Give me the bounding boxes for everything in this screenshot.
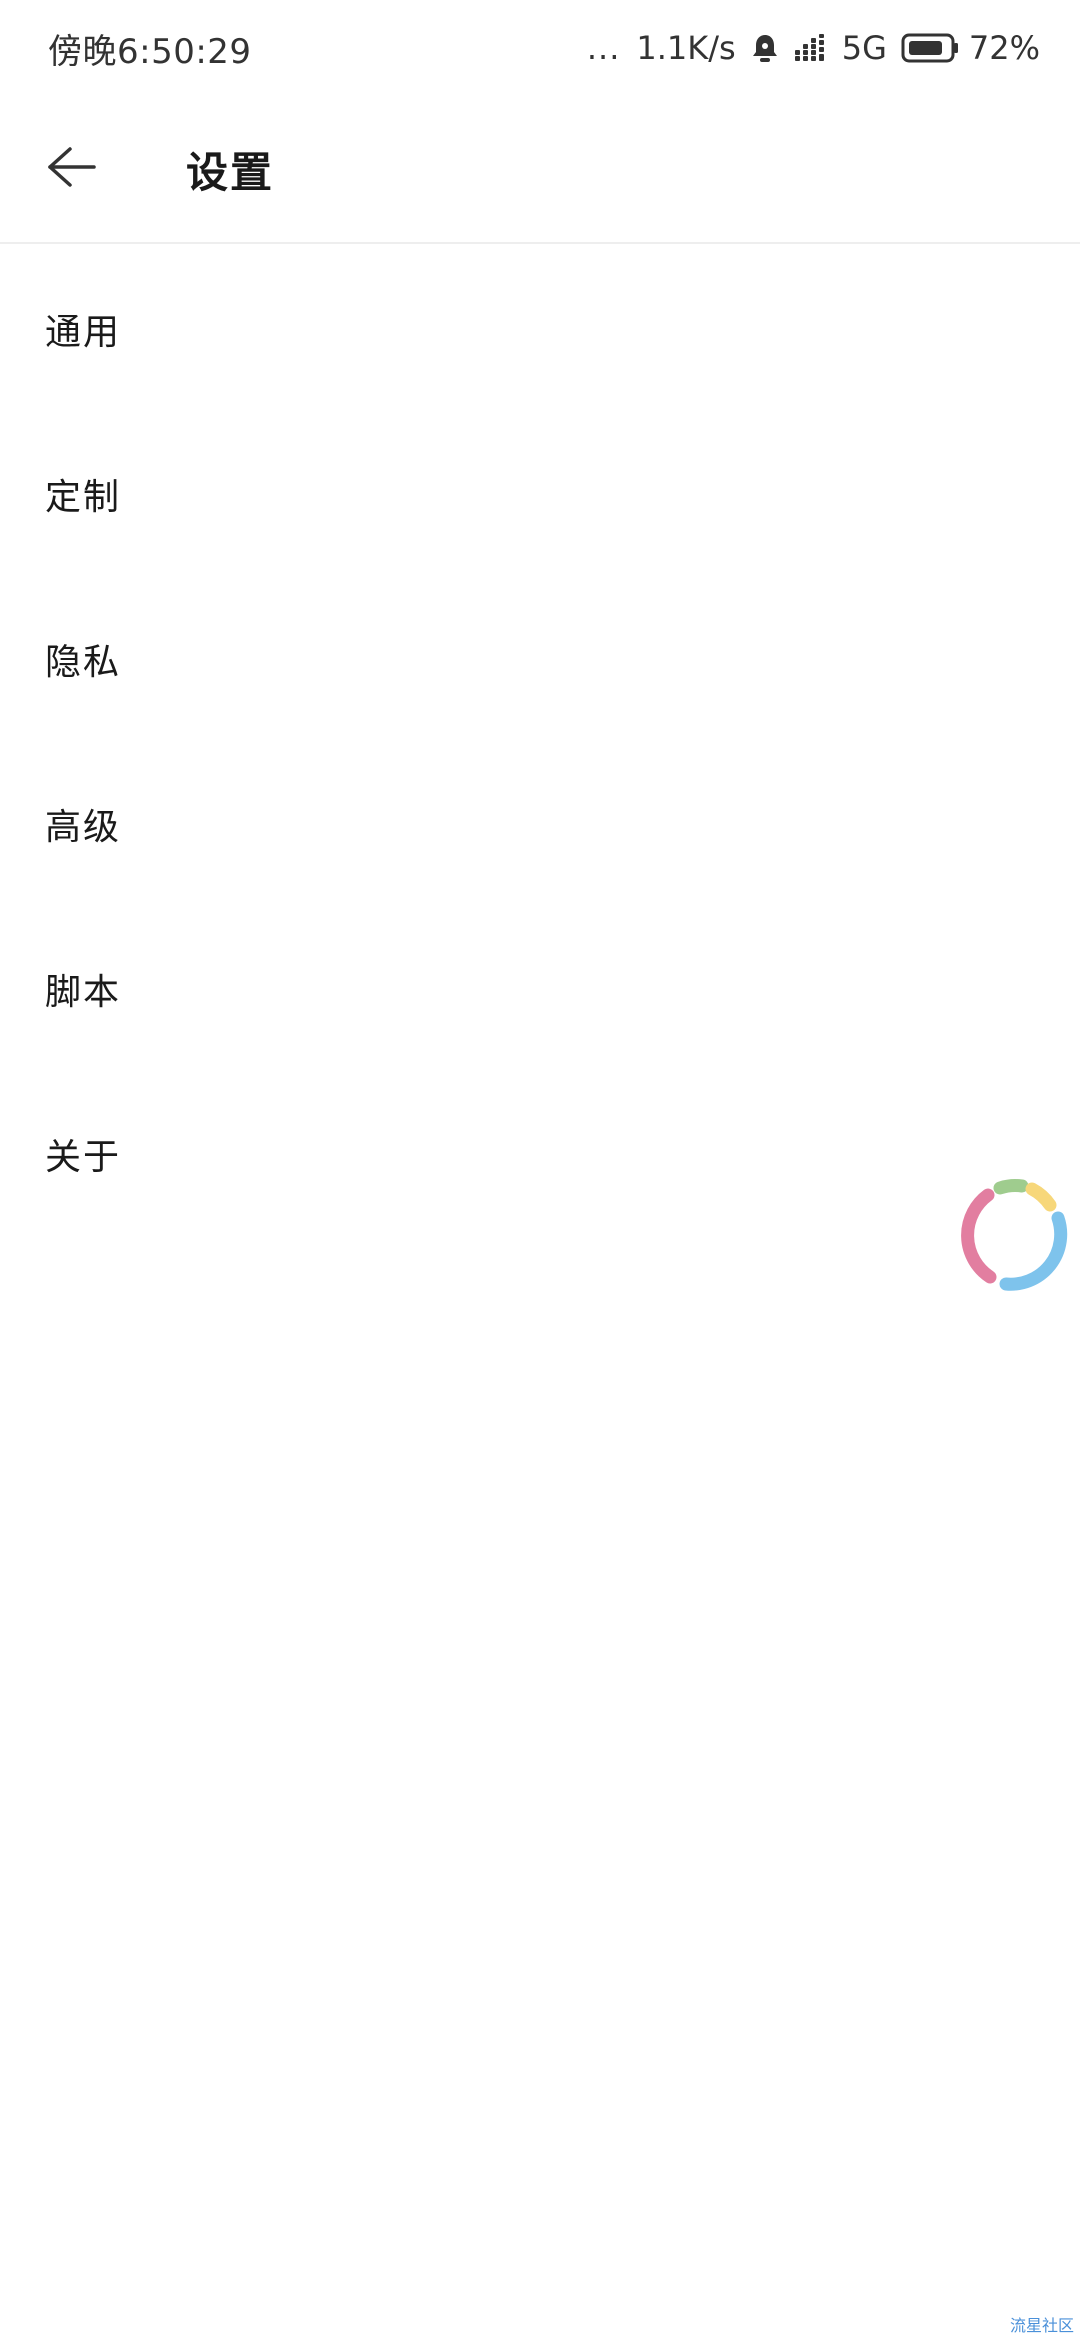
network-speed: 1.1K/s (636, 29, 736, 67)
battery-percent: 72% (968, 29, 1040, 67)
arrow-left-icon (46, 145, 98, 193)
settings-item-general[interactable]: 通用 (0, 246, 1080, 411)
status-bar: 傍晚6:50:29 ... 1.1K/s 5G 72% (0, 0, 1080, 96)
settings-item-privacy[interactable]: 隐私 (0, 576, 1080, 741)
settings-item-label: 定制 (45, 476, 122, 518)
settings-item-about[interactable]: 关于 (0, 1071, 1080, 1236)
back-button[interactable] (24, 121, 120, 217)
settings-item-label: 隐私 (45, 641, 122, 683)
settings-list: 通用 定制 隐私 高级 脚本 关于 (0, 246, 1080, 1236)
page-title: 设置 (186, 147, 275, 197)
signal-icon (794, 34, 828, 62)
battery-icon (901, 33, 959, 63)
network-type: 5G (841, 29, 887, 67)
status-time: 傍晚6:50:29 (48, 31, 252, 72)
settings-item-scripts[interactable]: 脚本 (0, 906, 1080, 1071)
settings-item-customize[interactable]: 定制 (0, 411, 1080, 576)
status-indicators: ... 1.1K/s 5G 72% (587, 29, 1040, 67)
settings-item-label: 高级 (45, 806, 122, 848)
status-dots: ... (586, 29, 621, 67)
alarm-icon (750, 32, 780, 64)
loader-ring-icon (961, 1179, 1068, 1291)
settings-item-label: 关于 (45, 1136, 122, 1178)
app-bar: 设置 (0, 96, 1080, 244)
battery: 72% (901, 29, 1040, 67)
watermark-text: 流星社区 (1009, 2316, 1074, 2335)
settings-item-label: 通用 (45, 311, 122, 353)
settings-item-advanced[interactable]: 高级 (0, 741, 1080, 906)
floating-loader-button[interactable] (950, 1170, 1080, 1300)
settings-item-label: 脚本 (45, 971, 122, 1013)
